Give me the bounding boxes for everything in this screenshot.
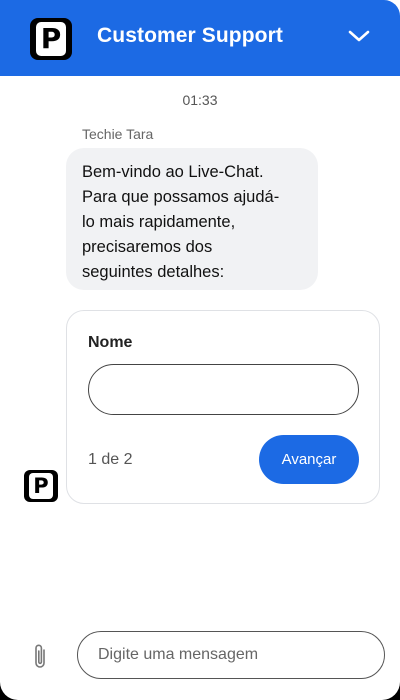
form-step-indicator: 1 de 2 <box>88 451 133 468</box>
agent-name: Techie Tara <box>82 126 154 142</box>
chevron-down-icon[interactable] <box>348 28 370 44</box>
message-line: seguintes detalhes: <box>82 263 225 281</box>
name-input[interactable] <box>88 364 359 415</box>
agent-message-bubble: Bem-vindo ao Live-Chat. Para que possamo… <box>66 148 318 290</box>
chat-header: P Customer Support <box>0 0 400 76</box>
next-button[interactable]: Avançar <box>259 435 359 484</box>
message-line: lo mais rapidamente, <box>82 213 236 231</box>
message-line: precisaremos dos <box>82 238 213 256</box>
message-input[interactable]: Digite uma mensagem <box>77 631 385 679</box>
message-timestamp: 01:33 <box>182 92 218 108</box>
name-field-label: Nome <box>88 334 133 351</box>
pre-chat-form-card: Nome 1 de 2 Avançar <box>66 310 380 504</box>
header-title: Customer Support <box>97 24 283 47</box>
paperclip-icon[interactable] <box>31 643 49 671</box>
message-line: Para que possamos ajudá- <box>82 188 280 206</box>
chat-widget: P Customer Support 01:33 Techie Tara Bem… <box>0 0 400 700</box>
brand-p-logo-icon: P <box>30 18 72 60</box>
agent-avatar: P <box>24 470 58 502</box>
message-line: Bem-vindo ao Live-Chat. <box>82 163 264 181</box>
